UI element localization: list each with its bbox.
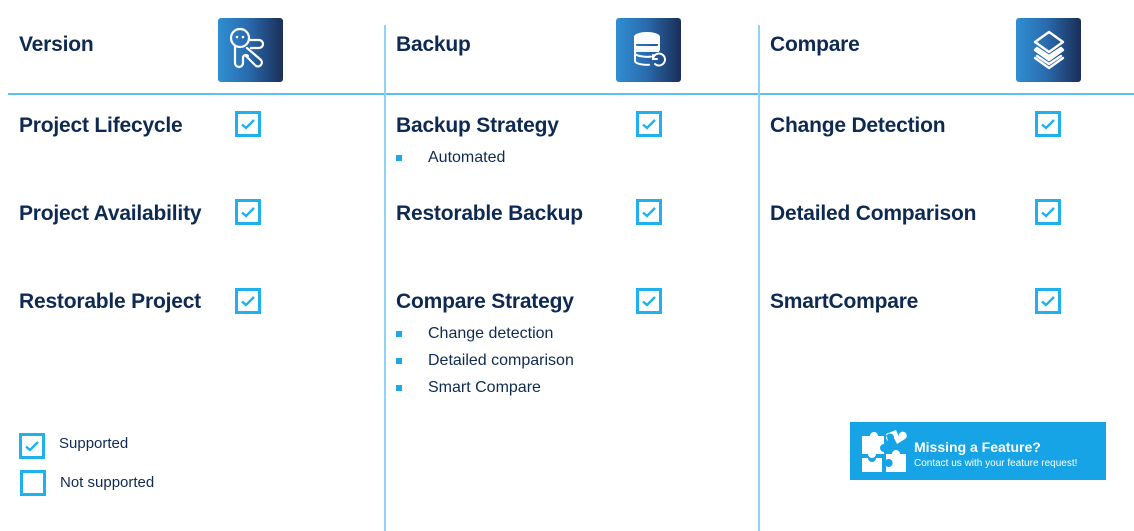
header-divider <box>8 93 1134 95</box>
checkmark-icon <box>642 296 656 307</box>
feature-compare-strategy: Compare Strategy <box>396 290 574 313</box>
bullet-item: Smart Compare <box>396 378 574 405</box>
feature-restorable-project: Restorable Project <box>19 290 201 313</box>
column-divider-2 <box>758 25 760 531</box>
checkmark-icon <box>25 441 39 452</box>
column-title-compare: Compare <box>770 33 860 56</box>
supported-checkbox <box>1035 199 1061 225</box>
supported-checkbox <box>636 199 662 225</box>
supported-checkbox <box>1035 288 1061 314</box>
bullet-item: Automated <box>396 148 505 175</box>
feature-project-availability: Project Availability <box>19 202 202 225</box>
column-divider-1 <box>384 25 386 531</box>
checkmark-icon <box>1041 296 1055 307</box>
supported-checkbox <box>636 111 662 137</box>
checkmark-icon <box>241 119 255 130</box>
feature-smartcompare: SmartCompare <box>770 290 919 313</box>
legend-not-supported-label: Not supported <box>60 474 155 491</box>
bullet-item: Detailed comparison <box>396 351 574 378</box>
feature-change-detection: Change Detection <box>770 114 946 137</box>
bullet-square-icon <box>396 155 402 161</box>
checkmark-icon <box>1041 119 1055 130</box>
legend-supported-label: Supported <box>59 435 129 452</box>
feature-project-lifecycle: Project Lifecycle <box>19 114 183 137</box>
octopus-version-icon <box>218 18 283 82</box>
checkmark-icon <box>1041 207 1055 218</box>
supported-checkbox <box>235 111 261 137</box>
feature-backup-strategy: Backup Strategy <box>396 114 559 137</box>
checkmark-icon <box>241 207 255 218</box>
banner-subtitle: Contact us with your feature request! <box>914 458 1078 469</box>
missing-feature-banner[interactable]: Missing a Feature? Contact us with your … <box>850 422 1106 480</box>
banner-title: Missing a Feature? <box>914 439 1041 455</box>
checkmark-icon <box>642 207 656 218</box>
legend-supported-checkbox <box>19 433 45 459</box>
bullet-square-icon <box>396 385 402 391</box>
feature-detailed-comparison: Detailed Comparison <box>770 202 977 225</box>
bullet-item: Change detection <box>396 324 574 351</box>
supported-checkbox <box>235 199 261 225</box>
supported-checkbox <box>636 288 662 314</box>
bullet-square-icon <box>396 331 402 337</box>
legend-not-supported-checkbox <box>20 470 46 496</box>
backup-strategy-bullets: Automated <box>396 148 505 175</box>
puzzle-icon <box>862 430 907 472</box>
checkmark-icon <box>241 296 255 307</box>
database-backup-icon <box>616 18 681 82</box>
feature-restorable-backup: Restorable Backup <box>396 202 583 225</box>
layers-compare-icon <box>1016 18 1081 82</box>
supported-checkbox <box>1035 111 1061 137</box>
supported-checkbox <box>235 288 261 314</box>
checkmark-icon <box>642 119 656 130</box>
column-title-version: Version <box>19 33 94 56</box>
bullet-square-icon <box>396 358 402 364</box>
column-title-backup: Backup <box>396 33 471 56</box>
compare-strategy-bullets: Change detection Detailed comparison Sma… <box>396 324 574 405</box>
